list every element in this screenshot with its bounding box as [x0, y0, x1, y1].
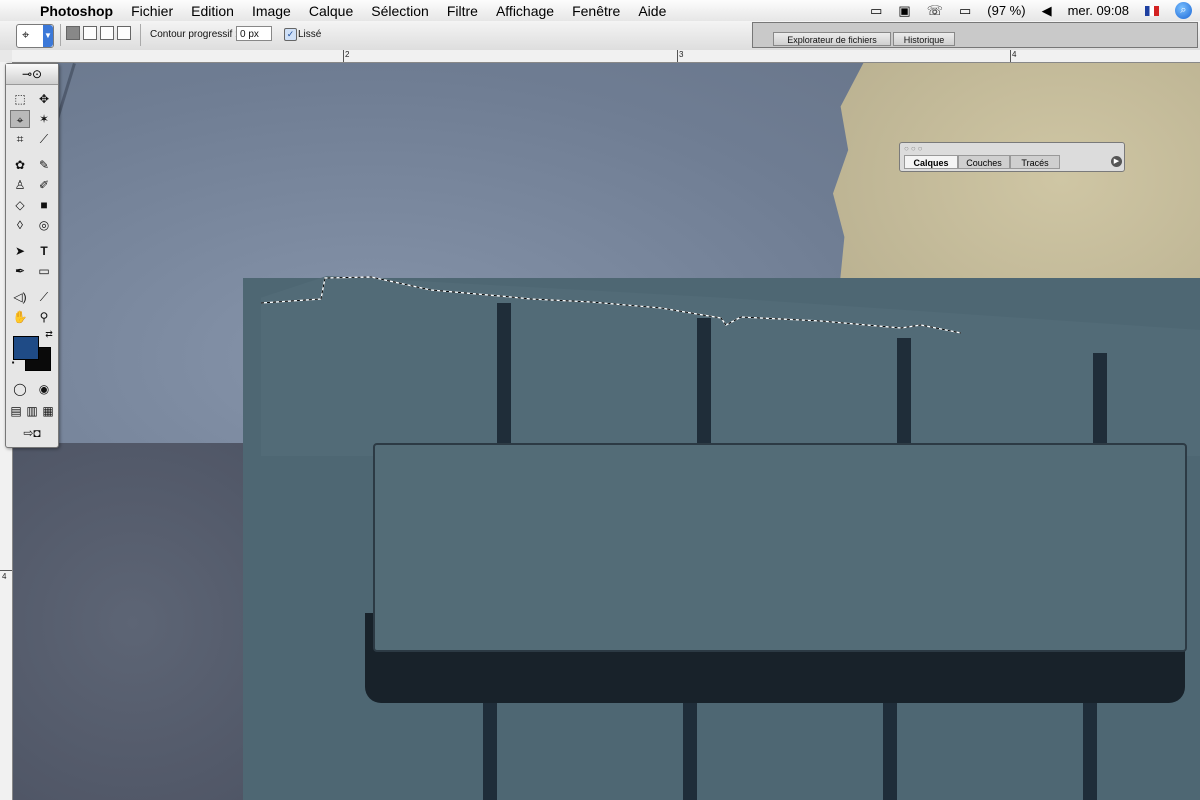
lasso-tool-icon[interactable]: ⌖: [10, 110, 30, 128]
move-tool-icon[interactable]: ✥: [34, 90, 54, 108]
divider: [60, 24, 61, 46]
ruler-label: 4: [1012, 50, 1017, 59]
horizontal-ruler[interactable]: 2 3 4: [12, 50, 1200, 63]
photo-crossbar-plank: [373, 443, 1187, 652]
feather-label: Contour progressif :: [150, 29, 238, 40]
zoom-tool-icon[interactable]: ⚲: [34, 308, 54, 326]
menu-image[interactable]: Image: [243, 3, 300, 19]
menu-selection[interactable]: Sélection: [362, 3, 438, 19]
marquee-tool-icon[interactable]: ⬚: [10, 90, 30, 108]
menu-filtre[interactable]: Filtre: [438, 3, 487, 19]
ruler-label: 2: [345, 50, 350, 59]
ruler-label: 3: [679, 50, 684, 59]
palette-well: Explorateur de fichiers Historique: [752, 22, 1198, 48]
pen-tool-icon[interactable]: ✒: [10, 262, 30, 280]
ruler-tick: [343, 50, 344, 62]
phone-icon[interactable]: ☏: [927, 3, 943, 19]
layers-palette: ○○○ Calques Couches Tracés ▶: [899, 142, 1125, 172]
history-brush-icon[interactable]: ✐: [34, 176, 54, 194]
menu-fichier[interactable]: Fichier: [122, 3, 182, 19]
flag-icon[interactable]: [1145, 5, 1159, 16]
quick-mask-icon[interactable]: ◉: [34, 380, 54, 398]
ruler-tick: [1010, 50, 1011, 62]
swap-colors-icon[interactable]: ⇄: [42, 328, 56, 340]
menu-app-name[interactable]: Photoshop: [36, 3, 122, 19]
menu-extras: ▭ ▣ ☏ ▭ (97 %) ◀ mer. 09:08 ⌕: [862, 0, 1200, 21]
add-selection-button[interactable]: [83, 26, 97, 40]
feather-input[interactable]: 0 px: [236, 26, 272, 41]
tab-history[interactable]: Historique: [893, 32, 955, 46]
options-bar: ⌖ ▼ Contour progressif : 0 px ✓ Lissé Ex…: [0, 21, 1200, 51]
palette-menu-arrow-icon[interactable]: ▶: [1111, 156, 1122, 167]
battery-percent: (97 %): [987, 3, 1026, 18]
screen-mode-standard-icon[interactable]: ▤: [8, 402, 24, 420]
menu-aide[interactable]: Aide: [629, 3, 675, 19]
tab-traces[interactable]: Tracés: [1010, 155, 1060, 169]
standard-mode-icon[interactable]: ◯: [10, 380, 30, 398]
clock[interactable]: mer. 09:08: [1068, 3, 1129, 18]
healing-brush-icon[interactable]: ✿: [10, 156, 30, 174]
eyedropper-tool-icon[interactable]: ⟋: [34, 288, 54, 306]
slice-tool-icon[interactable]: ⟋: [34, 130, 54, 148]
ruler-tick: [0, 570, 12, 571]
display-icon[interactable]: ▣: [898, 3, 910, 19]
foreground-color-swatch[interactable]: [13, 336, 39, 360]
menu-fenetre[interactable]: Fenêtre: [563, 3, 629, 19]
menu-bar: Photoshop Fichier Edition Image Calque S…: [0, 0, 1200, 22]
eraser-tool-icon[interactable]: ◇: [10, 196, 30, 214]
tab-file-browser[interactable]: Explorateur de fichiers: [773, 32, 891, 46]
antialias-label: Lissé: [298, 29, 322, 40]
clone-stamp-icon[interactable]: ♙: [10, 176, 30, 194]
divider: [140, 24, 141, 46]
photoshop-eye-icon: ⊸⊙: [21, 67, 43, 81]
menu-calque[interactable]: Calque: [300, 3, 362, 19]
lasso-selection-path: [261, 276, 962, 334]
type-tool-icon[interactable]: T: [34, 242, 54, 260]
notes-tool-icon[interactable]: ◁): [10, 288, 30, 306]
toolbox-header[interactable]: ⊸⊙: [6, 64, 58, 85]
brush-tool-icon[interactable]: ✎: [34, 156, 54, 174]
menu-affichage[interactable]: Affichage: [487, 3, 563, 19]
spotlight-icon[interactable]: ⌕: [1175, 2, 1192, 19]
document-canvas[interactable]: [13, 63, 1200, 800]
menu-edition[interactable]: Edition: [182, 3, 243, 19]
new-selection-button[interactable]: [66, 26, 80, 40]
ruler-label: 4: [2, 572, 7, 581]
window-controls[interactable]: ○○○: [904, 144, 925, 153]
jump-to-imageready-icon[interactable]: ⇨◘: [10, 424, 54, 442]
subtract-selection-button[interactable]: [100, 26, 114, 40]
shape-tool-icon[interactable]: ▭: [34, 262, 54, 280]
screen-mode-full-menu-icon[interactable]: ▥: [24, 402, 40, 420]
volume-icon[interactable]: ◀: [1042, 3, 1052, 19]
screen-mode-full-icon[interactable]: ▦: [40, 402, 56, 420]
antialias-checkbox[interactable]: ✓: [284, 28, 297, 41]
tool-preset-picker[interactable]: ⌖ ▼: [16, 24, 54, 48]
gradient-tool-icon[interactable]: ■: [34, 196, 54, 214]
crop-tool-icon[interactable]: ⌗: [10, 130, 30, 148]
magic-wand-tool-icon[interactable]: ✶: [34, 110, 54, 128]
toolbox: ⊸⊙ ⬚ ✥ ⌖ ✶ ⌗ ⟋ ✿ ✎ ♙ ✐ ◇ ■ ◊ ◎ ➤ T ✒ ▭ ◁…: [5, 63, 59, 448]
tab-couches[interactable]: Couches: [958, 155, 1010, 169]
ruler-tick: [677, 50, 678, 62]
tab-calques[interactable]: Calques: [904, 155, 958, 169]
default-colors-icon[interactable]: ▪: [8, 358, 18, 368]
hand-tool-icon[interactable]: ✋: [10, 308, 30, 326]
battery-icon[interactable]: ▭: [959, 3, 971, 19]
chevron-down-icon: ▼: [43, 25, 53, 47]
blur-tool-icon[interactable]: ◊: [10, 216, 30, 234]
intersect-selection-button[interactable]: [117, 26, 131, 40]
path-selection-icon[interactable]: ➤: [10, 242, 30, 260]
dodge-tool-icon[interactable]: ◎: [34, 216, 54, 234]
keyboard-icon[interactable]: ▭: [870, 3, 882, 19]
polygonal-lasso-icon: ⌖: [22, 27, 30, 42]
